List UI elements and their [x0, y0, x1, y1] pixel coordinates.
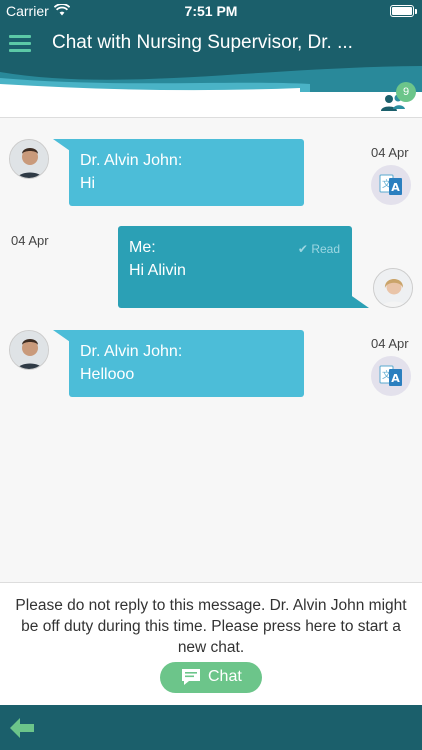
- message-date: 04 Apr: [371, 336, 409, 351]
- svg-text:A: A: [391, 372, 400, 385]
- message-sender: Dr. Alvin John:: [80, 343, 183, 360]
- sender-avatar: [9, 139, 49, 179]
- back-arrow-icon: [10, 718, 34, 738]
- status-bar: Carrier 7:51 PM: [0, 0, 422, 22]
- message-bubble-incoming[interactable]: Dr. Alvin John: Hellooo: [69, 330, 304, 397]
- message-text: Hi: [80, 175, 96, 192]
- chat-thread[interactable]: Dr. Alvin John: Hi 04 Apr 文 A 04 Apr Me:…: [0, 118, 422, 582]
- doctor-avatar-image: [10, 140, 48, 178]
- read-receipt: ✔ Read: [298, 238, 340, 261]
- menu-icon-bar: [9, 49, 31, 52]
- chat-bubble-icon: [182, 669, 200, 685]
- clock: 7:51 PM: [184, 3, 238, 19]
- menu-icon-bar: [9, 42, 31, 45]
- check-icon: ✔: [297, 242, 308, 256]
- message-text: Hi Alivin: [129, 262, 186, 279]
- own-avatar: [373, 268, 413, 308]
- svg-text:A: A: [391, 181, 400, 194]
- start-chat-label: Chat: [208, 668, 242, 685]
- message-bubble-outgoing[interactable]: Me: Hi Alivin ✔ Read: [118, 226, 352, 308]
- translate-button[interactable]: 文 A: [371, 165, 411, 205]
- message-text: Hellooo: [80, 366, 135, 383]
- message-bubble-incoming[interactable]: Dr. Alvin John: Hi: [69, 139, 304, 206]
- doctor-avatar-image: [10, 331, 48, 369]
- message-date: 04 Apr: [11, 233, 49, 248]
- start-chat-button[interactable]: Chat: [160, 662, 262, 693]
- nurse-avatar-image: [374, 269, 412, 307]
- sender-avatar: [9, 330, 49, 370]
- bottom-bar: [0, 705, 422, 750]
- participants-button[interactable]: 9: [380, 82, 416, 114]
- battery-icon: [390, 5, 417, 17]
- translate-icon: 文 A: [379, 174, 402, 195]
- off-duty-notice[interactable]: Please do not reply to this message. Dr.…: [0, 582, 422, 705]
- message-date: 04 Apr: [371, 145, 409, 160]
- header-bar: Chat with Nursing Supervisor, Dr. ...: [0, 22, 422, 92]
- sub-toolbar: 9: [0, 82, 422, 118]
- page-title: Chat with Nursing Supervisor, Dr. ...: [52, 32, 353, 53]
- message-sender: Dr. Alvin John:: [80, 152, 183, 169]
- read-status-label: Read: [311, 242, 340, 256]
- menu-button[interactable]: [9, 35, 31, 53]
- back-button[interactable]: [10, 718, 36, 738]
- notice-text[interactable]: Please do not reply to this message. Dr.…: [6, 595, 416, 658]
- bubble-tail: [349, 294, 369, 308]
- translate-icon: 文 A: [379, 365, 402, 386]
- menu-icon-bar: [9, 35, 31, 38]
- participants-count-badge: 9: [396, 82, 416, 102]
- translate-button[interactable]: 文 A: [371, 356, 411, 396]
